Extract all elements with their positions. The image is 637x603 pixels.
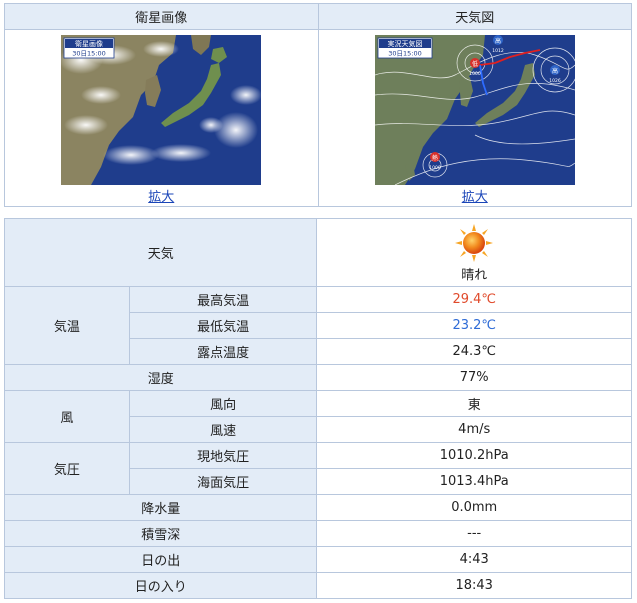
satellite-header: 衛星画像 (4, 3, 319, 30)
snow-depth-label: 積雪深 (3, 520, 318, 547)
temperature-min-label: 最低気温 (128, 312, 318, 339)
low-pressure-label: 低 (472, 60, 478, 68)
temperature-group-label: 気温 (4, 286, 130, 365)
humidity-label: 湿度 (3, 364, 318, 391)
sunrise-row: 日の出 4:43 (3, 546, 632, 573)
wind-direction-row: 風 風向 東 (4, 390, 632, 443)
satellite-badge-title: 衛星画像 (75, 39, 103, 48)
precipitation-label: 降水量 (3, 494, 318, 521)
tropical-low-value: 1000 (429, 165, 441, 171)
temperature-max-value: 29.4℃ (316, 286, 632, 313)
weather-detail-table: 天気 晴れ 気温 最高気温 29.4℃ 最低気温 23.2℃ 露点温度 24.3… (3, 218, 632, 599)
weather-map-image[interactable]: 低 1000 高 1012 高 1026 熱 1000 実況天気図 30日15: (374, 35, 575, 185)
weather-map-zoom-link[interactable]: 拡大 (462, 186, 488, 205)
high-pressure-label-north: 高 (495, 37, 501, 45)
map-images-table: 衛星画像 天気図 衛星画像 30日15:00 拡大 低 1000 高 1012 … (4, 3, 632, 207)
weather-map-badge-time: 30日15:00 (388, 50, 422, 58)
weather-map-header: 天気図 (317, 3, 632, 30)
precipitation-value: 0.0mm (316, 494, 632, 521)
weather-row: 天気 晴れ (3, 218, 632, 287)
humidity-value: 77% (316, 364, 632, 391)
station-pressure-value: 1010.2hPa (316, 442, 632, 469)
high-pressure-label-east: 高 (552, 67, 558, 75)
weather-label: 天気 (3, 218, 318, 287)
satellite-image[interactable]: 衛星画像 30日15:00 (61, 35, 262, 185)
temperature-min-value: 23.2℃ (316, 312, 632, 339)
weather-map-cell: 低 1000 高 1012 高 1026 熱 1000 実況天気図 30日15: (317, 29, 632, 207)
sunset-row: 日の入り 18:43 (3, 572, 632, 599)
sunset-value: 18:43 (316, 572, 632, 599)
snow-depth-value: --- (316, 520, 632, 547)
high-pressure-value-east: 1026 (549, 78, 561, 84)
wind-group-label: 風 (4, 390, 130, 443)
wind-speed-label: 風速 (128, 416, 318, 443)
weather-value: 晴れ (461, 267, 488, 283)
sea-pressure-value: 1013.4hPa (316, 468, 632, 495)
sun-icon (455, 223, 494, 262)
temperature-max-label: 最高気温 (128, 286, 318, 313)
sunrise-value: 4:43 (316, 546, 632, 573)
satellite-badge-time: 30日15:00 (72, 50, 106, 58)
wind-direction-label: 風向 (128, 390, 318, 417)
sea-pressure-label: 海面気圧 (128, 468, 318, 495)
humidity-row: 湿度 77% (3, 364, 632, 391)
snow-depth-row: 積雪深 --- (3, 520, 632, 547)
high-pressure-value-north: 1012 (492, 48, 504, 54)
temperature-max-row: 気温 最高気温 29.4℃ (4, 286, 632, 365)
sunrise-label: 日の出 (3, 546, 318, 573)
weather-map-badge-title: 実況天気図 (387, 39, 422, 48)
satellite-zoom-link[interactable]: 拡大 (148, 186, 174, 205)
dew-point-label: 露点温度 (128, 338, 318, 365)
wind-direction-value: 東 (316, 390, 632, 417)
wind-speed-value: 4m/s (316, 416, 632, 443)
low-pressure-value: 1000 (469, 71, 481, 77)
pressure-group-label: 気圧 (4, 442, 130, 495)
tropical-low-label: 熱 (432, 154, 438, 162)
station-pressure-row: 気圧 現地気圧 1010.2hPa (4, 442, 632, 495)
dew-point-value: 24.3℃ (316, 338, 632, 365)
satellite-cell: 衛星画像 30日15:00 拡大 (4, 29, 319, 207)
precipitation-row: 降水量 0.0mm (3, 494, 632, 521)
station-pressure-label: 現地気圧 (128, 442, 318, 469)
weather-value-cell: 晴れ (316, 218, 632, 287)
sunset-label: 日の入り (3, 572, 318, 599)
